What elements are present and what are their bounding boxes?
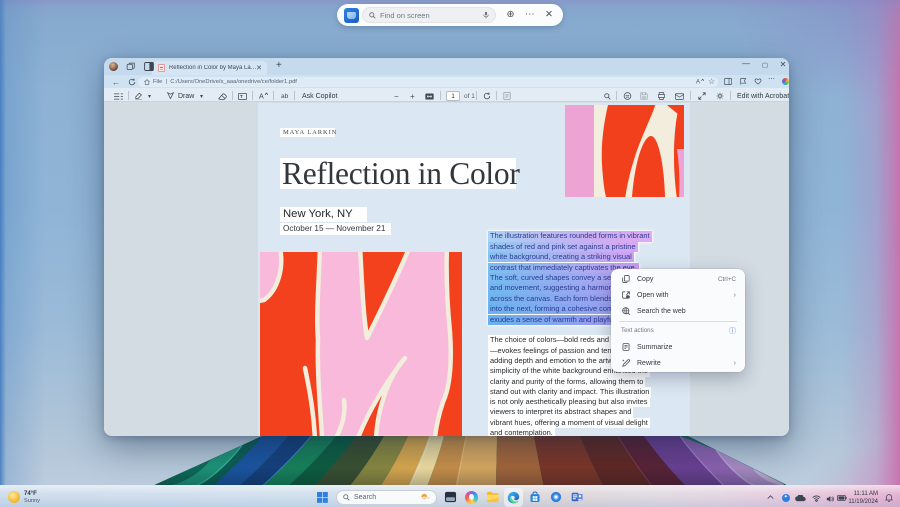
svg-text:A: A <box>696 80 700 86</box>
svg-text:A: A <box>259 93 264 100</box>
